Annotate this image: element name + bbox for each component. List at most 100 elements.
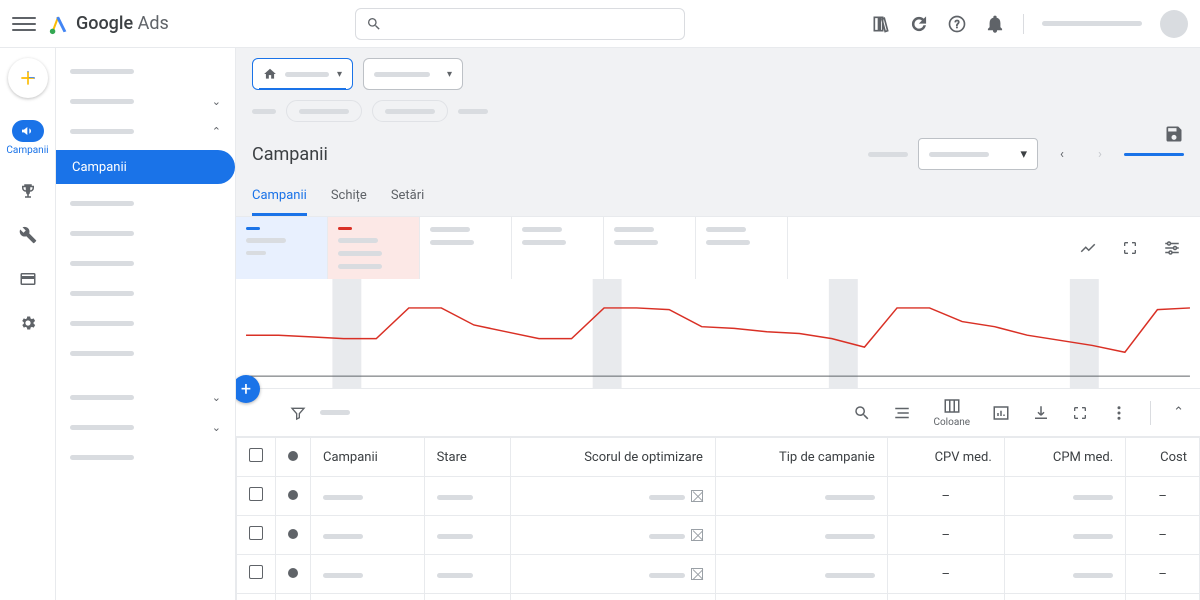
search-input[interactable] — [355, 8, 685, 40]
opt-score-unavailable-icon — [691, 490, 703, 502]
nav-item[interactable] — [56, 278, 235, 308]
rail-item-campaigns[interactable]: Campanii — [0, 116, 55, 160]
expand-icon[interactable] — [1120, 238, 1140, 258]
nav-item[interactable] — [56, 188, 235, 218]
rail-item-admin[interactable] — [0, 310, 55, 336]
add-campaign-button[interactable]: + — [236, 375, 260, 403]
help-icon[interactable]: ? — [947, 14, 967, 34]
nav-item[interactable]: ⌄ — [56, 382, 235, 412]
card-icon — [19, 270, 37, 288]
columns-button[interactable]: Coloane — [933, 397, 970, 428]
library-icon[interactable] — [871, 14, 891, 34]
left-rail: Campanii — [0, 48, 56, 600]
search-icon[interactable] — [853, 404, 871, 422]
chevron-down-icon: ⌄ — [212, 391, 221, 404]
nav-item[interactable] — [56, 442, 235, 472]
tab-campaigns[interactable]: Campanii — [252, 178, 307, 216]
table-row[interactable]: –– — [237, 516, 1200, 555]
product-name: Google Ads — [76, 13, 169, 34]
filter-icon[interactable] — [290, 405, 306, 421]
nav-item[interactable]: ⌃ — [56, 116, 235, 146]
accent-indicator — [1124, 153, 1184, 156]
scope-selector[interactable]: ▾ — [363, 58, 463, 90]
rail-item-goals[interactable] — [0, 178, 55, 204]
home-icon — [263, 67, 277, 81]
account-scope-selector[interactable]: ▾ — [252, 58, 353, 90]
breadcrumb — [236, 100, 1200, 130]
nav-item[interactable] — [56, 308, 235, 338]
summary-card[interactable] — [328, 217, 420, 279]
summary-card[interactable] — [236, 217, 328, 279]
breadcrumb-chip[interactable] — [372, 100, 448, 122]
rail-item-billing[interactable] — [0, 266, 55, 292]
summary-card[interactable] — [696, 217, 788, 279]
nav-item[interactable] — [56, 248, 235, 278]
cell-cpv: – — [887, 516, 1004, 555]
cell-cpv: – — [887, 555, 1004, 594]
wrench-icon — [19, 226, 37, 244]
reports-icon[interactable] — [992, 404, 1010, 422]
gear-icon — [19, 314, 37, 332]
table-row[interactable]: –– — [237, 555, 1200, 594]
nav-item-campaigns-active[interactable]: Campanii — [56, 150, 235, 184]
columns-icon — [943, 397, 961, 415]
col-type[interactable]: Tip de campanie — [715, 438, 887, 477]
summary-card[interactable] — [604, 217, 696, 279]
col-opt-score[interactable]: Scorul de optimizare — [511, 438, 716, 477]
table-row[interactable]: –– — [237, 594, 1200, 600]
col-cpm[interactable]: CPM med. — [1004, 438, 1125, 477]
status-dot — [288, 490, 298, 500]
status-dot — [288, 568, 298, 578]
summary-card[interactable] — [420, 217, 512, 279]
product-logo[interactable]: Google Ads — [48, 13, 169, 35]
opt-score-unavailable-icon — [691, 529, 703, 541]
more-icon[interactable] — [1110, 404, 1128, 422]
performance-chart — [236, 279, 1200, 389]
cell-cost: – — [1126, 594, 1200, 600]
campaigns-table: Campanii Stare Scorul de optimizare Tip … — [236, 437, 1200, 600]
select-all-checkbox[interactable] — [249, 448, 263, 462]
tab-drafts[interactable]: Schițe — [331, 178, 367, 216]
user-avatar[interactable] — [1160, 10, 1188, 38]
status-dot-header — [288, 451, 298, 461]
row-checkbox[interactable] — [249, 487, 263, 501]
table-header-row: Campanii Stare Scorul de optimizare Tip … — [237, 438, 1200, 477]
secondary-nav: ⌄ ⌃ Campanii ⌄ ⌄ — [56, 48, 236, 600]
date-range-selector[interactable]: ▾ — [918, 138, 1038, 170]
nav-item[interactable] — [56, 56, 235, 86]
col-cpv[interactable]: CPV med. — [887, 438, 1004, 477]
date-prev-button[interactable]: ‹ — [1048, 140, 1076, 168]
col-campaign[interactable]: Campanii — [311, 438, 425, 477]
refresh-icon[interactable] — [909, 14, 929, 34]
cell-cost: – — [1126, 516, 1200, 555]
chevron-up-icon: ⌃ — [212, 125, 221, 138]
date-next-button: › — [1086, 140, 1114, 168]
save-icon[interactable] — [1164, 124, 1184, 144]
nav-item[interactable] — [56, 218, 235, 248]
rail-item-tools[interactable] — [0, 222, 55, 248]
col-cost[interactable]: Cost — [1126, 438, 1200, 477]
nav-item[interactable]: ⌄ — [56, 412, 235, 442]
tab-settings[interactable]: Setări — [391, 178, 425, 216]
summary-card[interactable] — [512, 217, 604, 279]
col-status[interactable]: Stare — [424, 438, 511, 477]
segment-icon[interactable] — [893, 404, 911, 422]
ads-logo-icon — [48, 13, 70, 35]
nav-item[interactable]: ⌄ — [56, 86, 235, 116]
row-checkbox[interactable] — [249, 526, 263, 540]
hamburger-menu-icon[interactable] — [12, 12, 36, 36]
main-content: ▾ ▾ Campanii ▾ ‹ › Campanii Schi — [236, 48, 1200, 600]
chevron-up-icon[interactable]: ⌃ — [1173, 405, 1184, 420]
nav-item[interactable] — [56, 338, 235, 368]
breadcrumb-chip[interactable] — [286, 100, 362, 122]
rail-item-label: Campanii — [6, 145, 48, 156]
settings-sliders-icon[interactable] — [1162, 238, 1182, 258]
create-button[interactable] — [8, 58, 48, 98]
expand-icon[interactable] — [1072, 405, 1088, 421]
notifications-icon[interactable] — [985, 14, 1005, 34]
trophy-icon — [19, 182, 37, 200]
download-icon[interactable] — [1032, 404, 1050, 422]
chart-type-icon[interactable] — [1078, 238, 1098, 258]
row-checkbox[interactable] — [249, 565, 263, 579]
table-row[interactable]: –– — [237, 477, 1200, 516]
